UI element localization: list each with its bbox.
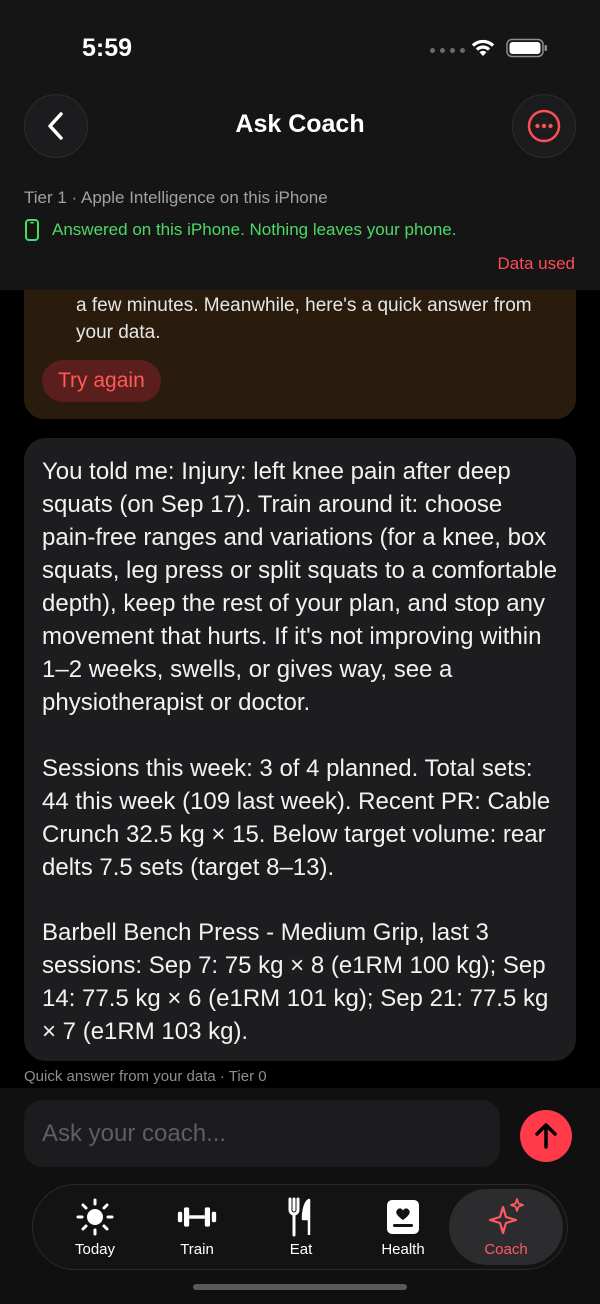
answer-paragraph-injury: You told me: Injury: left knee pain afte… bbox=[42, 458, 557, 716]
ask-coach-input[interactable]: Ask your coach... bbox=[24, 1100, 500, 1167]
tab-label: Eat bbox=[289, 1241, 313, 1258]
page-title: Ask Coach bbox=[235, 110, 365, 138]
sun-icon bbox=[76, 1198, 114, 1236]
sparkles-icon bbox=[488, 1198, 524, 1235]
dumbbell-icon bbox=[177, 1207, 217, 1227]
tab-train[interactable]: Train bbox=[145, 1189, 249, 1265]
tab-coach[interactable]: Coach bbox=[449, 1189, 563, 1265]
tier-label: Tier 1 · Apple Intelligence on this iPho… bbox=[24, 188, 328, 207]
tab-label: Today bbox=[74, 1241, 116, 1258]
arrow-up-icon bbox=[535, 1123, 557, 1149]
answer-source-note: Quick answer from your data · Tier 0 bbox=[24, 1068, 267, 1085]
tab-health[interactable]: Health bbox=[351, 1189, 455, 1265]
try-again-button[interactable]: Try again bbox=[42, 360, 161, 402]
battery-icon bbox=[506, 38, 547, 58]
tab-bar: Today Train Eat Health Coach bbox=[32, 1184, 568, 1270]
fork-knife-icon bbox=[288, 1197, 311, 1237]
answer-paragraph-bench: Barbell Bench Press - Medium Grip, last … bbox=[42, 919, 549, 1045]
tab-label: Coach bbox=[484, 1241, 528, 1258]
privacy-text: Answered on this iPhone. Nothing leaves … bbox=[52, 220, 457, 239]
heart-clipboard-icon bbox=[387, 1200, 419, 1234]
tab-label: Health bbox=[381, 1241, 425, 1258]
answer-paragraph-sessions: Sessions this week: 3 of 4 planned. Tota… bbox=[42, 755, 551, 881]
data-used-link[interactable]: Data used bbox=[498, 254, 576, 274]
tab-label: Train bbox=[180, 1241, 214, 1258]
ellipsis-circle-icon bbox=[527, 109, 561, 143]
send-button[interactable] bbox=[520, 1110, 572, 1162]
wifi-icon bbox=[471, 39, 495, 56]
status-time: 5:59 bbox=[82, 34, 133, 62]
error-message: a few minutes. Meanwhile, here's a quick… bbox=[76, 295, 532, 343]
tab-today[interactable]: Today bbox=[43, 1189, 147, 1265]
more-options-button[interactable] bbox=[512, 94, 576, 158]
privacy-note: Answered on this iPhone. Nothing leaves … bbox=[24, 219, 456, 241]
answer-bubble: You told me: Injury: left knee pain afte… bbox=[24, 438, 576, 1061]
cellular-icon bbox=[430, 48, 465, 53]
iphone-icon bbox=[25, 219, 39, 241]
tab-eat[interactable]: Eat bbox=[249, 1189, 353, 1265]
home-indicator bbox=[193, 1284, 407, 1290]
nav-header: 5:59 Ask Coach Tier 1 · Apple Intelligen… bbox=[0, 0, 600, 290]
